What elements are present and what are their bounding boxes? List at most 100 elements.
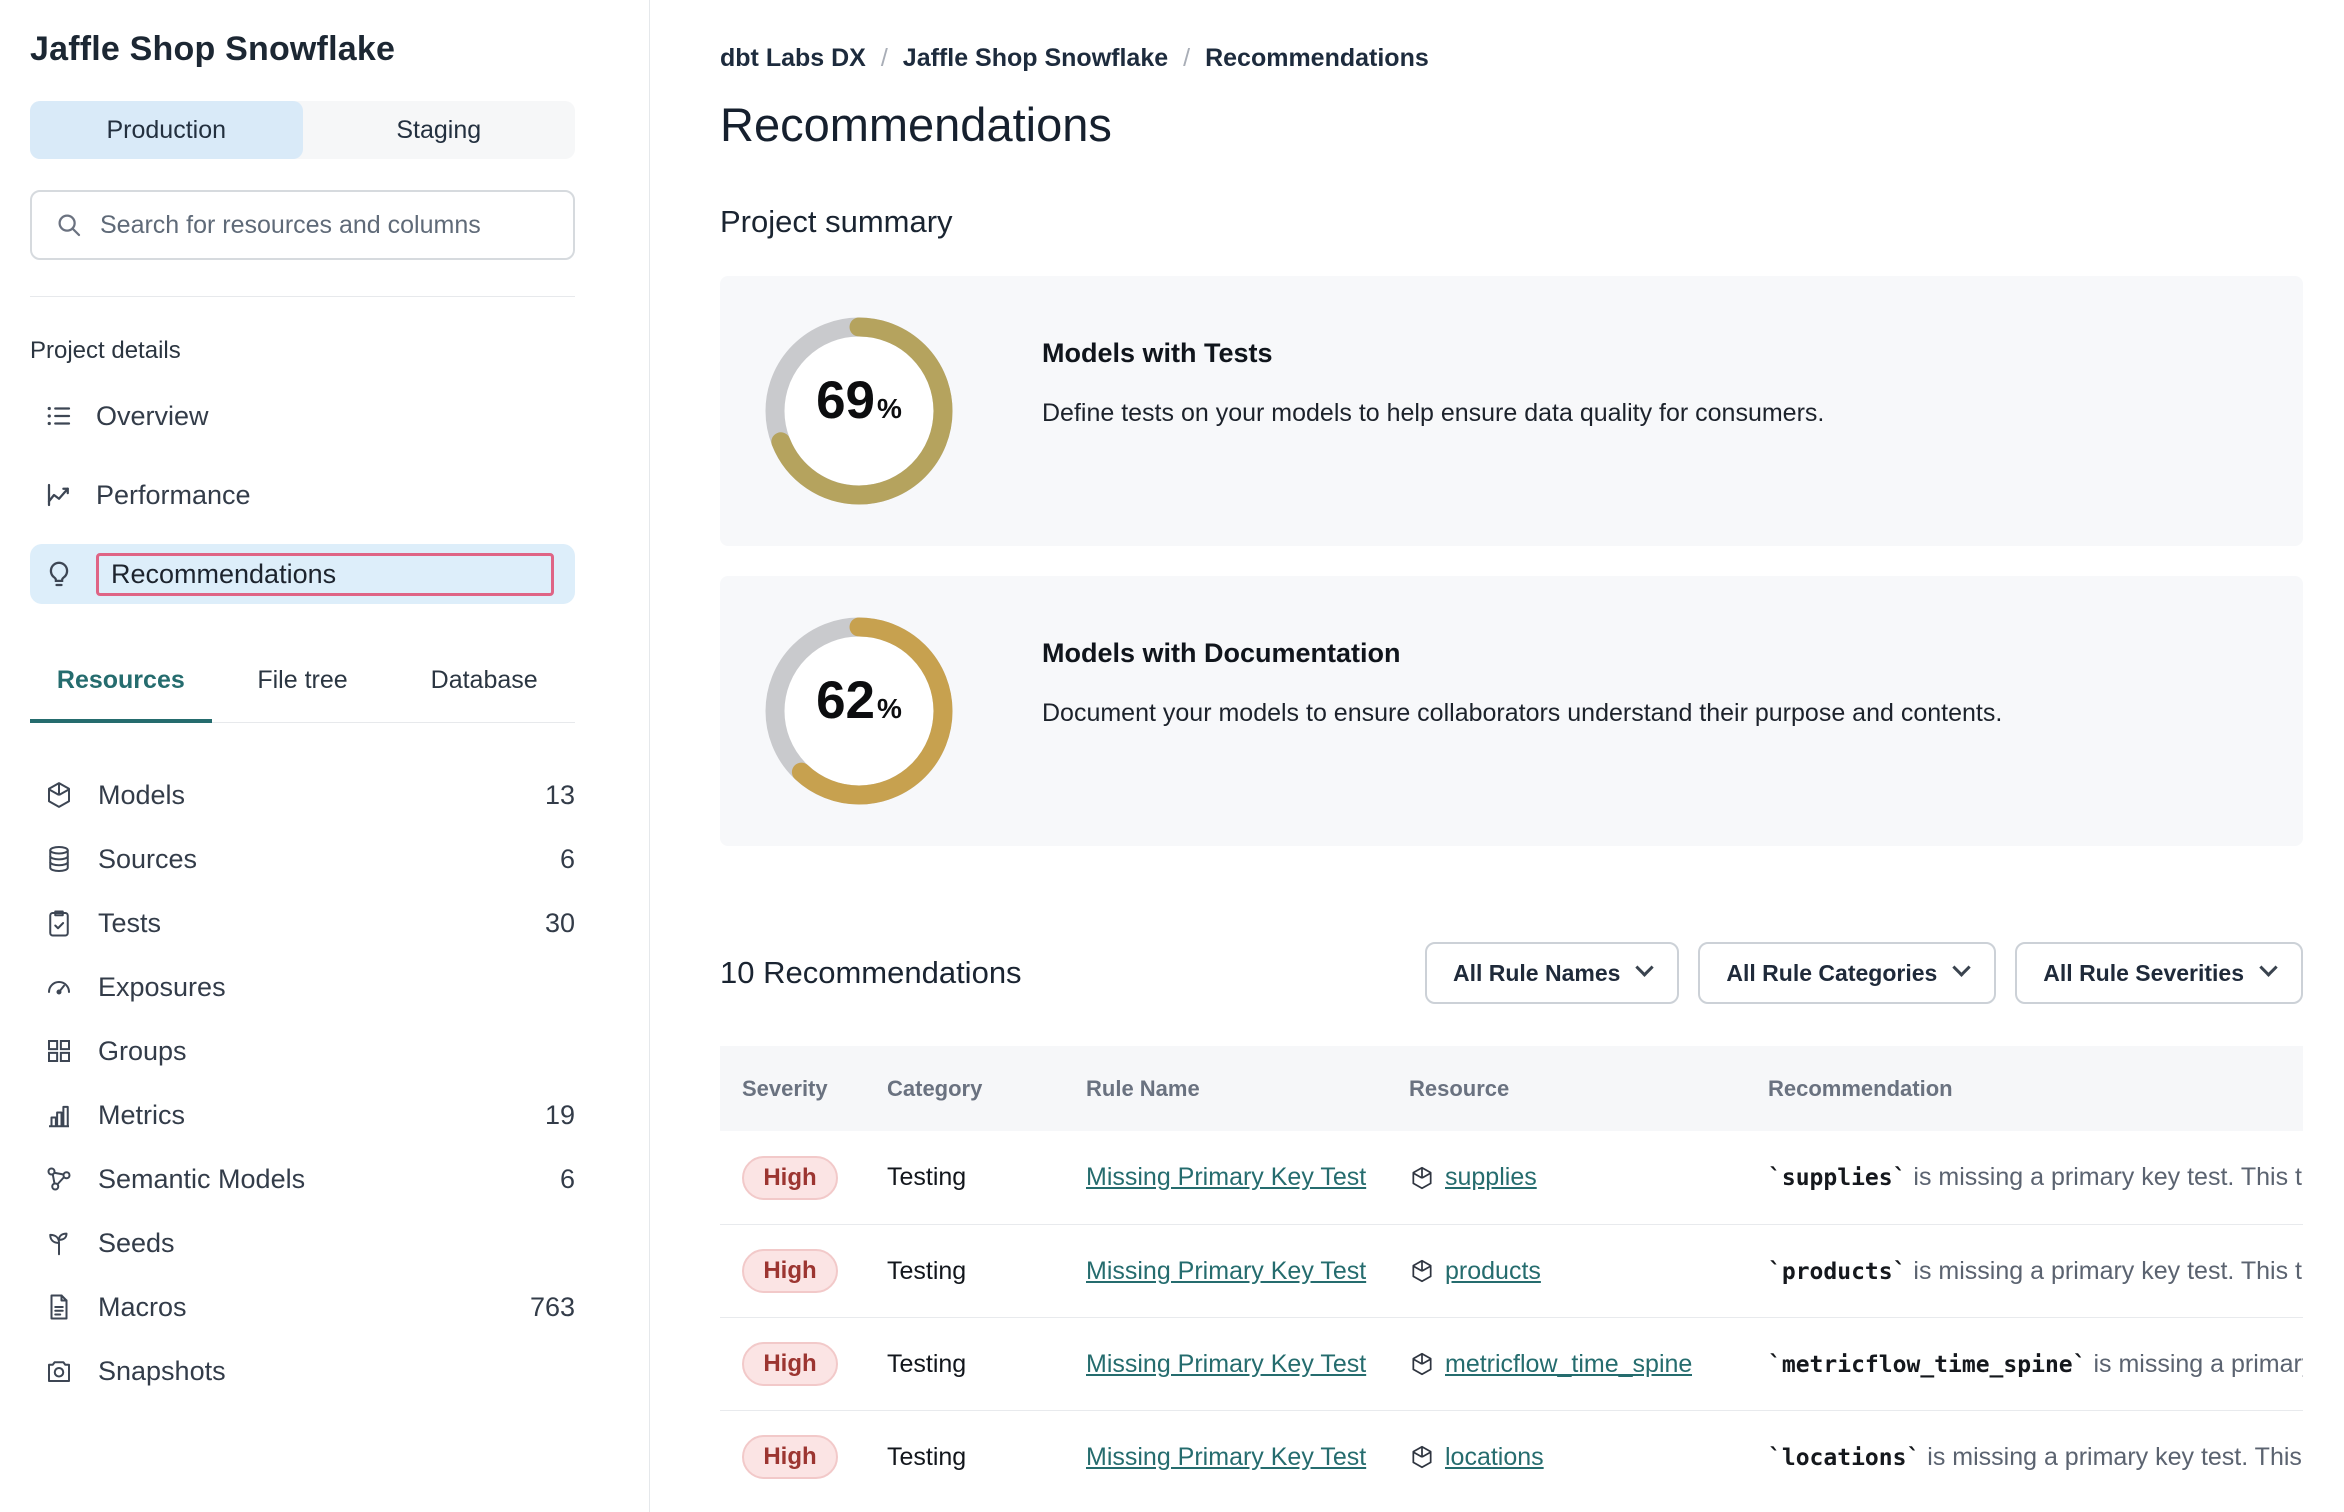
search-input[interactable] — [100, 211, 551, 240]
rule-name-link[interactable]: Missing Primary Key Test — [1086, 1257, 1366, 1285]
sidebar-item-metrics[interactable]: Metrics 19 — [30, 1083, 575, 1147]
rule-severities-filter-dropdown[interactable]: All Rule Severities — [2015, 942, 2303, 1004]
chevron-down-icon — [1953, 958, 1971, 976]
recommendation-cell: `metricflow_time_spine` is missing a pri… — [1768, 1350, 2303, 1379]
bar-chart-icon — [44, 1100, 74, 1130]
cube-icon — [44, 780, 74, 810]
database-icon — [44, 844, 74, 874]
cube-icon — [1409, 1444, 1435, 1470]
tab-production[interactable]: Production — [30, 101, 303, 159]
sidebar-item-models[interactable]: Models 13 — [30, 763, 575, 827]
table-row: High Testing Missing Primary Key Test me… — [720, 1317, 2303, 1410]
cube-icon — [1409, 1258, 1435, 1284]
severity-badge: High — [742, 1342, 838, 1386]
table-header-row: Severity Category Rule Name Resource Rec… — [720, 1046, 2303, 1131]
resource-count: 19 — [545, 1100, 575, 1131]
card-description: Define tests on your models to help ensu… — [1042, 399, 1824, 428]
resource-link[interactable]: supplies — [1445, 1163, 1537, 1192]
sidebar-item-macros[interactable]: Macros 763 — [30, 1275, 575, 1339]
resource-label: Macros — [98, 1292, 506, 1323]
severity-badge: High — [742, 1156, 838, 1200]
column-header-rule-name: Rule Name — [1086, 1076, 1409, 1102]
recommendation-cell: `products` is missing a primary key test… — [1768, 1257, 2303, 1286]
sprout-icon — [44, 1228, 74, 1258]
resource-list: Models 13 Sources 6 Tests 30 Exposures G… — [30, 763, 575, 1403]
category-cell: Testing — [887, 1257, 1086, 1286]
documentation-donut-chart: 62 % — [764, 616, 954, 806]
resource-label: Metrics — [98, 1100, 521, 1131]
page-title: Recommendations — [720, 97, 2304, 152]
breadcrumb-separator: / — [881, 44, 888, 73]
tab-database[interactable]: Database — [393, 666, 575, 723]
category-cell: Testing — [887, 1350, 1086, 1379]
table-row: High Testing Missing Primary Key Test lo… — [720, 1410, 2303, 1503]
cube-icon — [1409, 1351, 1435, 1377]
clipboard-check-icon — [44, 908, 74, 938]
resource-count: 6 — [560, 1164, 575, 1195]
breadcrumb-separator: / — [1183, 44, 1190, 73]
search-box[interactable] — [30, 190, 575, 260]
project-summary-heading: Project summary — [720, 204, 2304, 240]
tab-file-tree[interactable]: File tree — [212, 666, 394, 723]
resource-label: Models — [98, 780, 521, 811]
summary-card-documentation: 62 % Models with Documentation Document … — [720, 576, 2303, 846]
resource-label: Snapshots — [98, 1356, 551, 1387]
tab-resources[interactable]: Resources — [30, 666, 212, 723]
cube-icon — [1409, 1165, 1435, 1191]
chevron-down-icon — [1636, 958, 1654, 976]
column-header-recommendation: Recommendation — [1768, 1076, 2303, 1102]
breadcrumb-project[interactable]: Jaffle Shop Snowflake — [903, 44, 1168, 73]
sidebar-item-recommendations[interactable]: Recommendations — [30, 544, 575, 604]
rule-name-link[interactable]: Missing Primary Key Test — [1086, 1443, 1366, 1471]
rule-names-filter-dropdown[interactable]: All Rule Names — [1425, 942, 1679, 1004]
tab-staging[interactable]: Staging — [303, 101, 576, 159]
list-icon — [44, 401, 74, 431]
breadcrumb: dbt Labs DX / Jaffle Shop Snowflake / Re… — [720, 44, 2304, 73]
grid-icon — [44, 1036, 74, 1066]
category-cell: Testing — [887, 1163, 1086, 1192]
sidebar-item-label: Overview — [96, 401, 209, 432]
network-icon — [44, 1164, 74, 1194]
tests-donut-chart: 69 % — [764, 316, 954, 506]
sidebar-item-groups[interactable]: Groups — [30, 1019, 575, 1083]
column-header-resource: Resource — [1409, 1076, 1768, 1102]
resource-count: 6 — [560, 844, 575, 875]
category-cell: Testing — [887, 1443, 1086, 1472]
resource-label: Sources — [98, 844, 536, 875]
recommendation-cell: `locations` is missing a primary key tes… — [1768, 1443, 2303, 1472]
sidebar-item-seeds[interactable]: Seeds — [30, 1211, 575, 1275]
table-row: High Testing Missing Primary Key Test pr… — [720, 1224, 2303, 1317]
sidebar-item-performance[interactable]: Performance — [30, 465, 575, 525]
rule-name-link[interactable]: Missing Primary Key Test — [1086, 1163, 1366, 1191]
sidebar-item-sources[interactable]: Sources 6 — [30, 827, 575, 891]
card-title: Models with Tests — [1042, 338, 1824, 369]
project-nav: Overview Performance Recommendations — [30, 386, 575, 604]
donut-percent-label: 62 % — [764, 616, 954, 806]
resource-link[interactable]: products — [1445, 1257, 1541, 1286]
column-header-category: Category — [887, 1076, 1086, 1102]
resource-link[interactable]: locations — [1445, 1443, 1544, 1472]
environment-toggle: Production Staging — [30, 101, 575, 159]
rule-name-link[interactable]: Missing Primary Key Test — [1086, 1350, 1366, 1378]
sidebar-item-snapshots[interactable]: Snapshots — [30, 1339, 575, 1403]
lightbulb-icon — [44, 559, 74, 589]
sidebar-item-tests[interactable]: Tests 30 — [30, 891, 575, 955]
resource-label: Semantic Models — [98, 1164, 536, 1195]
breadcrumb-account[interactable]: dbt Labs DX — [720, 44, 866, 73]
chevron-down-icon — [2259, 958, 2277, 976]
chart-icon — [44, 480, 74, 510]
sidebar-item-label: Performance — [96, 480, 251, 511]
search-icon — [54, 210, 84, 240]
sidebar-item-exposures[interactable]: Exposures — [30, 955, 575, 1019]
card-text: Models with Documentation Document your … — [1042, 638, 2002, 784]
rule-categories-filter-dropdown[interactable]: All Rule Categories — [1698, 942, 1996, 1004]
sidebar-item-semantic-models[interactable]: Semantic Models 6 — [30, 1147, 575, 1211]
recommendation-cell: `supplies` is missing a primary key test… — [1768, 1163, 2303, 1192]
sidebar-item-overview[interactable]: Overview — [30, 386, 575, 446]
resource-label: Seeds — [98, 1228, 551, 1259]
resource-label: Exposures — [98, 972, 551, 1003]
column-header-severity: Severity — [742, 1076, 887, 1102]
card-description: Document your models to ensure collabora… — [1042, 699, 2002, 728]
resource-link[interactable]: metricflow_time_spine — [1445, 1350, 1692, 1379]
table-row: High Testing Missing Primary Key Test su… — [720, 1131, 2303, 1224]
